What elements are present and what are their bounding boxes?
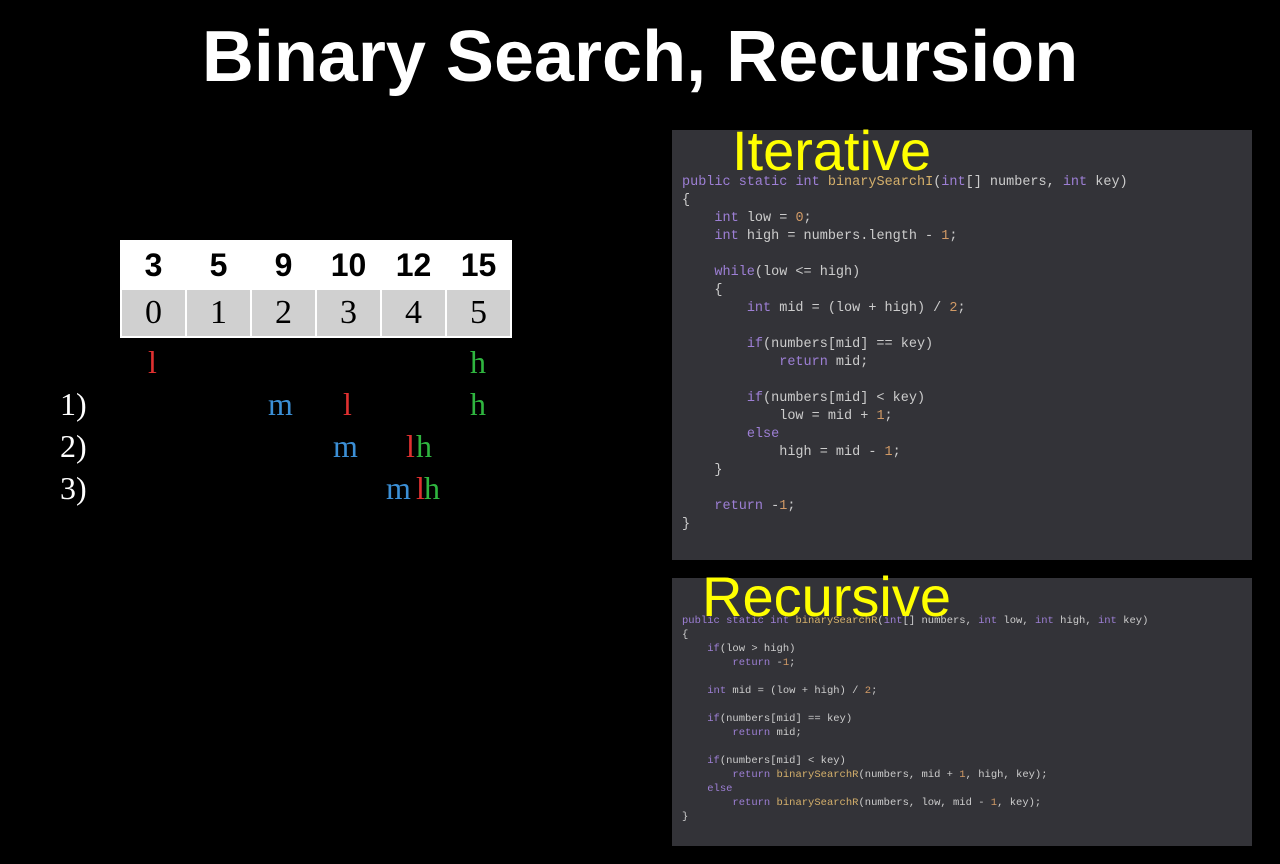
arr-idx: 4 <box>381 289 446 337</box>
trace-row-initial: l h <box>60 344 620 386</box>
arr-val: 5 <box>186 241 251 289</box>
arr-idx: 3 <box>316 289 381 337</box>
arr-val: 3 <box>121 241 186 289</box>
page-title: Binary Search, Recursion <box>0 0 1280 98</box>
code-panel: Iterative public static int binarySearch… <box>672 130 1252 864</box>
array-indices-row: 0 1 2 3 4 5 <box>121 289 511 337</box>
arr-val: 12 <box>381 241 446 289</box>
mid-marker: m <box>268 386 293 423</box>
array-table: 3 5 9 10 12 15 0 1 2 3 4 5 <box>120 240 512 338</box>
arr-idx: 5 <box>446 289 511 337</box>
fn-name: binarySearchI <box>828 175 933 190</box>
high-marker: h <box>424 470 440 507</box>
high-marker: h <box>470 344 486 381</box>
array-values-row: 3 5 9 10 12 15 <box>121 241 511 289</box>
arr-val: 10 <box>316 241 381 289</box>
arr-idx: 1 <box>186 289 251 337</box>
step-label: 2) <box>60 428 87 465</box>
step-label: 3) <box>60 470 87 507</box>
mid-marker: m <box>386 470 411 507</box>
trace-row-2: 2) m l h <box>60 428 620 470</box>
trace-row-1: 1) m l h <box>60 386 620 428</box>
recursive-overlay: Recursive <box>702 590 951 604</box>
iterative-code: Iterative public static int binarySearch… <box>672 130 1252 560</box>
low-marker: l <box>406 428 415 465</box>
arr-idx: 0 <box>121 289 186 337</box>
high-marker: h <box>470 386 486 423</box>
trace-row-3: 3) m l h <box>60 470 620 512</box>
mid-marker: m <box>333 428 358 465</box>
iterative-overlay: Iterative <box>732 142 931 160</box>
trace-rows: l h 1) m l h 2) m l h 3) m l h <box>60 344 620 512</box>
fn-name: binarySearchR <box>795 615 877 627</box>
arr-val: 9 <box>251 241 316 289</box>
arr-val: 15 <box>446 241 511 289</box>
step-label: 1) <box>60 386 87 423</box>
high-marker: h <box>416 428 432 465</box>
low-marker: l <box>148 344 157 381</box>
recursive-code: Recursive public static int binarySearch… <box>672 578 1252 846</box>
arr-idx: 2 <box>251 289 316 337</box>
trace-panel: 3 5 9 10 12 15 0 1 2 3 4 5 l h 1) m l h <box>60 240 620 512</box>
low-marker: l <box>343 386 352 423</box>
